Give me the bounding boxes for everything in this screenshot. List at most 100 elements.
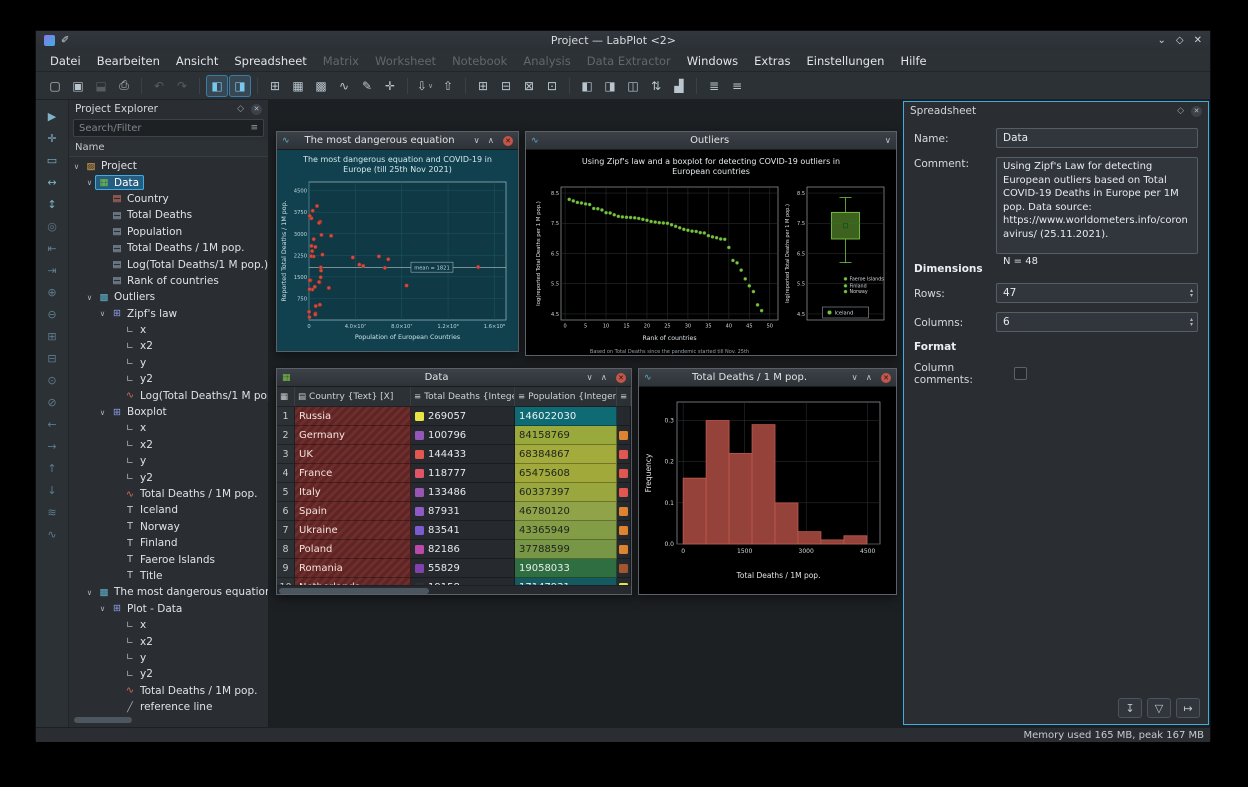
tree-item-log-total-deaths-1-m-pop[interactable]: ∿ Log(Total Deaths/1 M pop.)	[69, 387, 268, 403]
population-cell[interactable]: 37788599	[515, 540, 617, 559]
deaths-cell[interactable]: 19158	[411, 578, 515, 585]
data-extractor-button[interactable]: ✛	[379, 75, 401, 97]
collapse-window-icon[interactable]: ∨	[885, 136, 891, 146]
restore-window-icon[interactable]: ∧	[488, 136, 494, 146]
new-worksheet-button[interactable]: ∿	[333, 75, 355, 97]
deaths-cell[interactable]: 118777	[411, 464, 515, 483]
spin-down-icon[interactable]: ▾	[1190, 322, 1193, 328]
deaths-cell[interactable]: 82186	[411, 540, 515, 559]
collapse-window-icon[interactable]: ∨	[474, 136, 480, 146]
tree-item-x[interactable]: ∟ x	[69, 322, 268, 338]
expander-icon[interactable]: ∨	[84, 178, 95, 187]
extra-column-cell[interactable]	[617, 445, 631, 464]
zoom-in-button[interactable]: ⊕	[41, 282, 63, 302]
tree-item-boxplot[interactable]: ∨ ⊞ Boxplot	[69, 404, 268, 420]
spreadsheet-hscrollbar[interactable]	[277, 585, 631, 594]
rows-spinbox[interactable]: 47 ▴ ▾	[996, 283, 1198, 303]
minimize-window-icon[interactable]: ⌄	[1158, 35, 1166, 46]
tree-item-total-deaths[interactable]: ▤ Total Deaths	[69, 207, 268, 223]
restore-window-icon[interactable]: ∧	[866, 373, 872, 383]
tree-item-x2[interactable]: ∟ x2	[69, 633, 268, 649]
shift-right-x-button[interactable]: →	[41, 436, 63, 456]
zoom-out-button[interactable]: ⊖	[41, 304, 63, 324]
select-mode-button[interactable]: ▶	[41, 106, 63, 126]
tree-item-y2[interactable]: ∟ y2	[69, 469, 268, 485]
extra-column-cell[interactable]	[617, 521, 631, 540]
column-statistics-button[interactable]: ≡	[726, 75, 748, 97]
extra-column-cell[interactable]	[617, 426, 631, 445]
outliers-window[interactable]: ∿ Outliers ∨ Using Zipf's law and a boxp…	[525, 131, 897, 356]
filter-options-icon[interactable]: ≡	[250, 123, 258, 133]
zoom-in-y-button[interactable]: ⊙	[41, 370, 63, 390]
clear-rows-button[interactable]: ⊡	[541, 75, 563, 97]
tree-item-reference-line[interactable]: ╱ reference line	[69, 699, 268, 715]
population-cell[interactable]: 84158769	[515, 426, 617, 445]
deaths-cell[interactable]: 133486	[411, 483, 515, 502]
subwindow-titlebar[interactable]: ▦ Data ∨ ∧ ✕	[277, 369, 631, 387]
restore-window-icon[interactable]: ∧	[601, 373, 607, 383]
row-number-cell[interactable]: 6	[277, 502, 295, 521]
tree-item-x2[interactable]: ∟ x2	[69, 338, 268, 354]
tree-item-country[interactable]: ▤ Country	[69, 191, 268, 207]
extra-column-cell[interactable]	[617, 407, 631, 426]
insert-column-left-button[interactable]: ◧	[576, 75, 598, 97]
menu-bearbeiten[interactable]: Bearbeiten	[89, 52, 168, 70]
country-cell[interactable]: Ukraine	[295, 521, 411, 540]
export-button[interactable]: ↧	[1118, 698, 1142, 718]
deaths-cell[interactable]: 100796	[411, 426, 515, 445]
shift-down-y-button[interactable]: ↓	[41, 480, 63, 500]
window-titlebar[interactable]: ✐ Project — LabPlot <2> ⌄ ◇ ✕	[36, 31, 1210, 50]
country-cell[interactable]: Poland	[295, 540, 411, 559]
menu-einstellungen[interactable]: Einstellungen	[799, 52, 893, 70]
country-cell[interactable]: UK	[295, 445, 411, 464]
toggle-properties-explorer-button[interactable]: ◨	[229, 74, 251, 97]
row-number-cell[interactable]: 5	[277, 483, 295, 502]
tree-item-faeroe-islands[interactable]: T Faeroe Islands	[69, 551, 268, 567]
tree-item-y2[interactable]: ∟ y2	[69, 666, 268, 682]
menu-hilfe[interactable]: Hilfe	[892, 52, 934, 70]
tree-item-population[interactable]: ▤ Population	[69, 224, 268, 240]
country-cell[interactable]: Spain	[295, 502, 411, 521]
import-file-button[interactable]: ⇩ ∨	[414, 75, 436, 97]
shift-left-x-button[interactable]: ←	[41, 414, 63, 434]
cursor-lines-button[interactable]: ≋	[41, 502, 63, 522]
close-window-icon[interactable]: ✕	[881, 372, 891, 383]
country-cell[interactable]: Russia	[295, 407, 411, 426]
column-header[interactable]: ≡	[617, 387, 631, 406]
subwindow-titlebar[interactable]: ∿ Total Deaths / 1 M pop. ∨ ∧ ✕	[639, 369, 896, 387]
population-cell[interactable]: 68384867	[515, 445, 617, 464]
curve-tracer-button[interactable]: ∿	[41, 524, 63, 544]
explorer-hscrollbar[interactable]	[72, 716, 265, 724]
row-number-cell[interactable]: 1	[277, 407, 295, 426]
tree-item-norway[interactable]: T Norway	[69, 519, 268, 535]
country-cell[interactable]: Germany	[295, 426, 411, 445]
row-statistics-button[interactable]: ≣	[703, 75, 725, 97]
shift-up-y-button[interactable]: ↑	[41, 458, 63, 478]
row-number-cell[interactable]: 9	[277, 559, 295, 578]
menu-extras[interactable]: Extras	[746, 52, 798, 70]
tree-item-x[interactable]: ∟ x	[69, 420, 268, 436]
new-spreadsheet-button[interactable]: ▦	[287, 75, 309, 97]
histogram-window[interactable]: ∿ Total Deaths / 1 M pop. ∨ ∧ ✕ 0 1500 300…	[638, 368, 897, 595]
collapse-window-icon[interactable]: ∨	[587, 373, 593, 383]
row-number-cell[interactable]: 8	[277, 540, 295, 559]
population-cell[interactable]: 19058033	[515, 559, 617, 578]
country-cell[interactable]: Romania	[295, 559, 411, 578]
tree-item-zipf-s-law[interactable]: ∨ ⊞ Zipf's law	[69, 306, 268, 322]
tree-item-x2[interactable]: ∟ x2	[69, 437, 268, 453]
close-dock-icon[interactable]: ✕	[1191, 105, 1202, 117]
open-project-button[interactable]: ▣	[67, 75, 89, 97]
import-file-dropdown-icon[interactable]: ∨	[428, 82, 433, 90]
plot-data-button[interactable]: ▟	[668, 75, 690, 97]
tree-item-title[interactable]: T Title	[69, 568, 268, 584]
tree-item-x[interactable]: ∟ x	[69, 617, 268, 633]
deaths-cell[interactable]: 269057	[411, 407, 515, 426]
tree-item-project[interactable]: ∨ ▨ Project	[69, 158, 268, 174]
new-workbook-button[interactable]: ⊞	[264, 75, 286, 97]
auto-scale-y-button[interactable]: ⇥	[41, 260, 63, 280]
collapse-window-icon[interactable]: ∨	[852, 373, 858, 383]
auto-scale-button[interactable]: ◎	[41, 216, 63, 236]
tree-item-log-total-deaths-1-m-pop[interactable]: ▤ Log(Total Deaths/1 M pop.)	[69, 256, 269, 272]
insert-row-below-button[interactable]: ⊟	[495, 75, 517, 97]
menu-datei[interactable]: Datei	[42, 52, 89, 70]
